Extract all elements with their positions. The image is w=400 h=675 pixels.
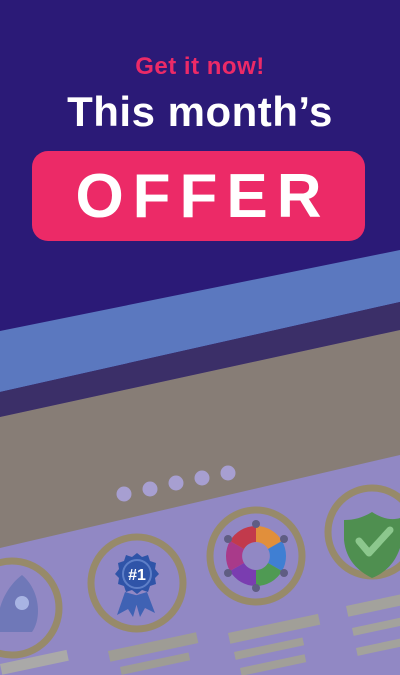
ribbon-label: #1	[128, 567, 146, 584]
carousel-dot[interactable]	[194, 470, 210, 486]
promo-kicker: Get it now!	[135, 53, 265, 80]
carousel-dot[interactable]	[168, 475, 184, 491]
carousel-dot[interactable]	[220, 465, 236, 481]
carousel-dot[interactable]	[116, 486, 132, 502]
carousel-dot[interactable]	[142, 481, 158, 497]
promo-headline: This month’s	[67, 88, 333, 135]
offer-banner[interactable]: OFFER	[32, 151, 365, 241]
offer-label: OFFER	[75, 161, 331, 231]
